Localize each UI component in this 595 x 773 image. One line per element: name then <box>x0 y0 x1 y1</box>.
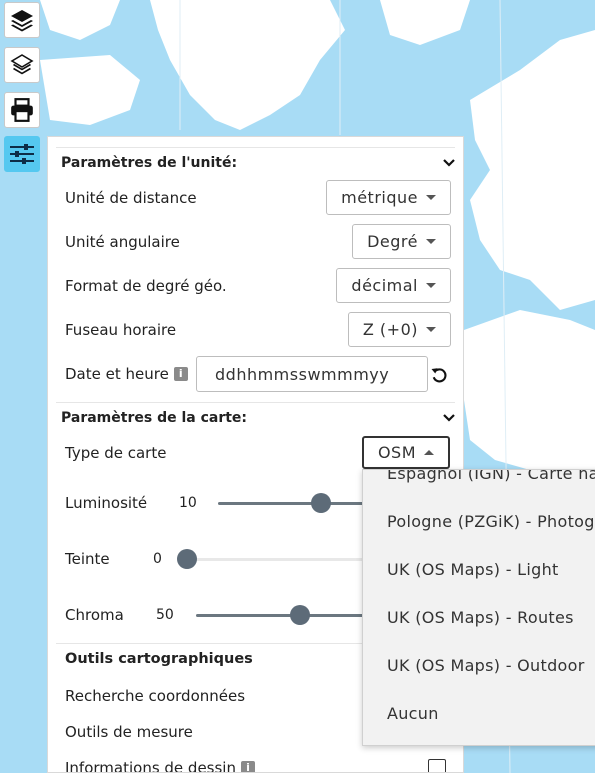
unit-settings-title: Paramètres de l'unité: <box>61 154 238 171</box>
map-type-select[interactable]: OSM <box>361 436 450 469</box>
map-type-dropdown[interactable]: Espagnol (IGN) - Carte nat Pologne (PZGi… <box>362 469 595 746</box>
layers-icon <box>11 10 33 32</box>
datetime-format-value: ddhhmmsswmmmyy <box>215 364 390 384</box>
coordinate-search-label: Recherche coordonnées <box>65 687 246 705</box>
caret-down-icon <box>426 239 436 244</box>
map-tools-title: Outils cartographiques <box>65 651 253 667</box>
dropdown-option[interactable]: Espagnol (IGN) - Carte nat <box>387 470 595 483</box>
print-icon <box>11 98 33 122</box>
caret-down-icon <box>426 195 436 200</box>
unit-settings-header[interactable]: Paramètres de l'unité: <box>56 147 455 177</box>
geo-degree-format-value: décimal <box>351 276 418 295</box>
reset-icon[interactable] <box>430 366 448 384</box>
caret-down-icon <box>426 327 436 332</box>
timezone-label: Fuseau horaire <box>65 321 177 339</box>
info-icon[interactable]: i <box>240 761 255 772</box>
measure-tools-label: Outils de mesure <box>65 723 193 741</box>
luminosity-value: 10 <box>179 495 197 511</box>
chroma-slider-thumb[interactable] <box>290 605 310 625</box>
geo-degree-format-label: Format de degré géo. <box>65 277 227 295</box>
chroma-label: Chroma <box>65 606 124 624</box>
chevron-down-icon <box>443 413 455 422</box>
map-settings-header[interactable]: Paramètres de la carte: <box>56 402 455 432</box>
print-button[interactable] <box>4 92 40 128</box>
geo-degree-format-select[interactable]: décimal <box>336 268 451 303</box>
sliders-icon <box>10 144 34 164</box>
hue-value: 0 <box>153 551 162 567</box>
dropdown-option[interactable]: UK (OS Maps) - Light <box>387 560 559 579</box>
dropdown-option[interactable]: Aucun <box>387 704 439 723</box>
chroma-value: 50 <box>156 607 174 623</box>
distance-unit-value: métrique <box>341 188 418 207</box>
map-type-label: Type de carte <box>65 444 167 462</box>
hue-slider-thumb[interactable] <box>177 549 197 569</box>
map-type-value: OSM <box>377 443 416 462</box>
drawing-info-label: Informations de dessin <box>65 759 236 773</box>
timezone-value: Z (+0) <box>362 320 418 339</box>
datetime-format-input[interactable]: ddhhmmsswmmmyy <box>196 356 428 392</box>
luminosity-slider-thumb[interactable] <box>311 493 331 513</box>
datetime-label: Date et heure <box>65 365 169 383</box>
luminosity-label: Luminosité <box>65 494 148 512</box>
caret-down-icon <box>426 283 436 288</box>
angular-unit-select[interactable]: Degré <box>352 224 451 259</box>
hue-label: Teinte <box>65 550 110 568</box>
drawing-info-checkbox[interactable] <box>428 759 446 772</box>
dropdown-option[interactable]: Pologne (PZGiK) - Photogr <box>387 512 595 531</box>
map-settings-title: Paramètres de la carte: <box>61 409 248 426</box>
info-icon[interactable]: i <box>173 367 188 381</box>
distance-unit-select[interactable]: métrique <box>326 180 451 215</box>
dropdown-option[interactable]: UK (OS Maps) - Outdoor <box>387 656 585 675</box>
angular-unit-value: Degré <box>367 232 418 251</box>
chevron-down-icon <box>443 158 455 167</box>
timezone-select[interactable]: Z (+0) <box>347 312 451 347</box>
drawing-info-row[interactable]: Informations de dessin i <box>65 750 451 773</box>
layers-button[interactable] <box>4 2 40 38</box>
dropdown-option[interactable]: UK (OS Maps) - Routes <box>387 608 574 627</box>
layers-outline-button[interactable] <box>4 47 40 83</box>
distance-unit-label: Unité de distance <box>65 189 197 207</box>
layers-outline-icon <box>10 54 34 75</box>
settings-button[interactable] <box>4 136 40 172</box>
caret-up-icon <box>424 450 434 455</box>
angular-unit-label: Unité angulaire <box>65 233 180 251</box>
